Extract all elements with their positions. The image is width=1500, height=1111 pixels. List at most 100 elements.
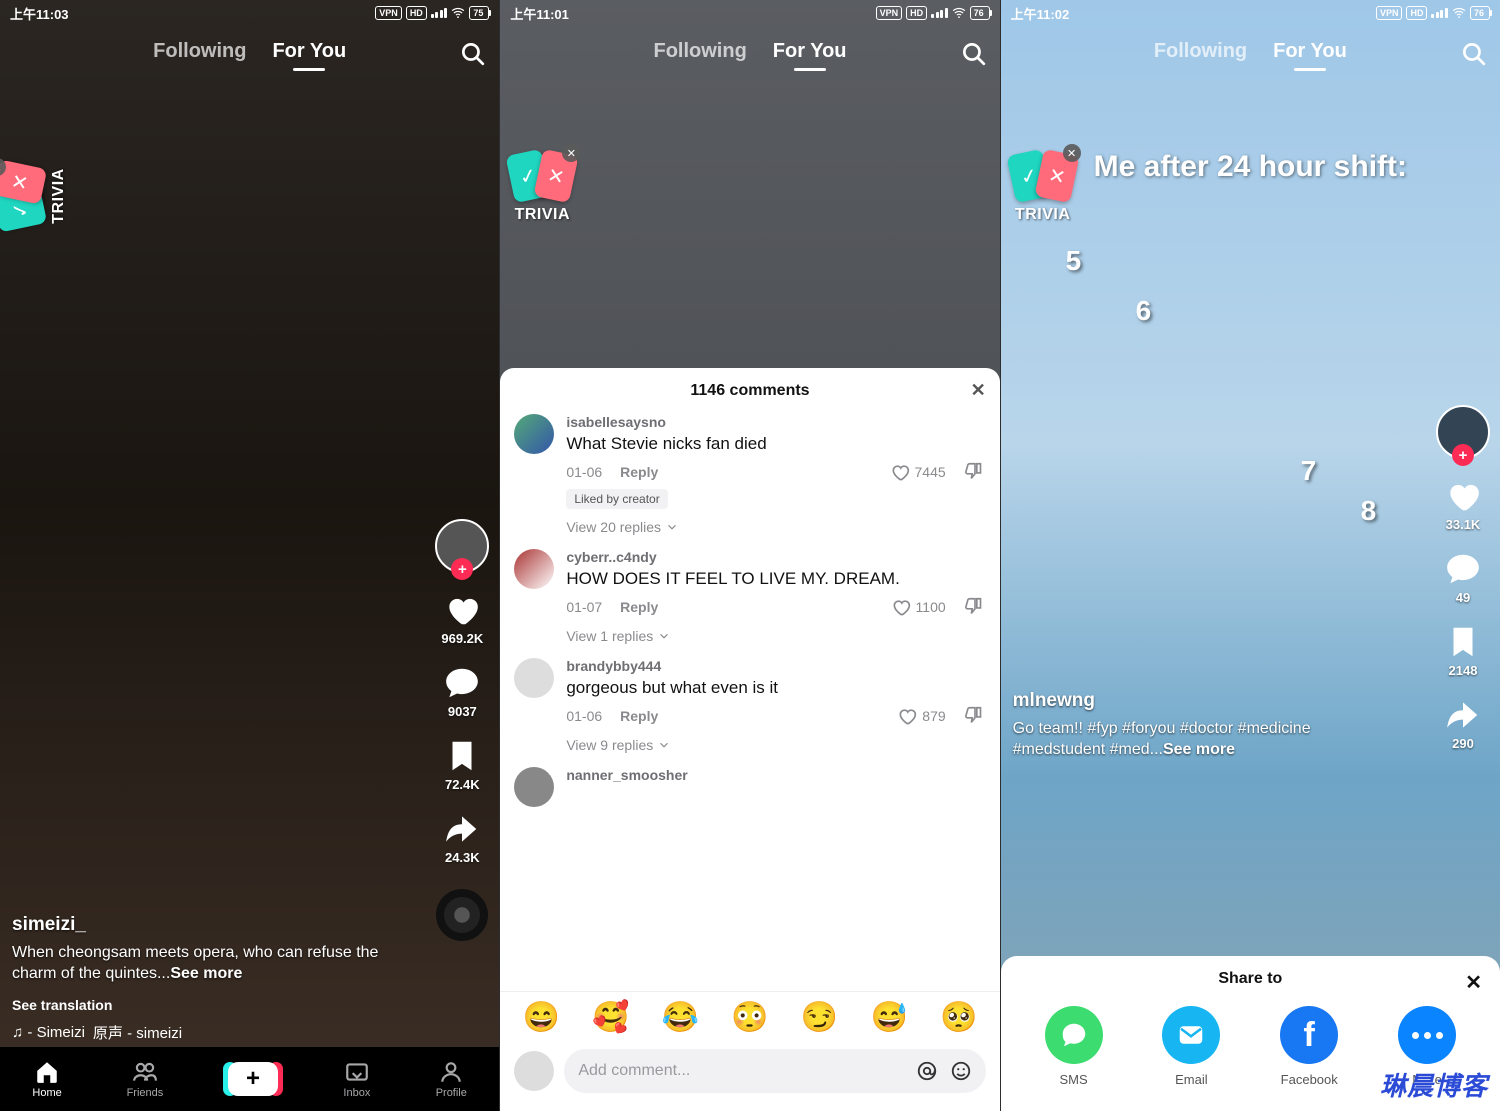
- comment-input-row: Add comment...: [500, 1041, 999, 1111]
- follow-plus-icon[interactable]: +: [451, 558, 473, 580]
- video-description[interactable]: Go team!! #fyp #foryou #doctor #medicine…: [1013, 718, 1400, 761]
- emoji-option[interactable]: 😳: [731, 1000, 768, 1035]
- video-description[interactable]: When cheongsam meets opera, who can refu…: [12, 942, 409, 985]
- commenter-username[interactable]: cyberr..c4ndy: [566, 549, 985, 565]
- emoji-option[interactable]: 😏: [801, 1000, 838, 1035]
- reply-button[interactable]: Reply: [620, 599, 658, 615]
- tab-foryou[interactable]: For You: [272, 40, 346, 63]
- emoji-quickbar: 😄 🥰 😂 😳 😏 😅 🥺: [500, 991, 999, 1041]
- comment-item: brandybby444 gorgeous but what even is i…: [514, 658, 985, 753]
- share-count: 24.3K: [445, 850, 480, 865]
- share-sms[interactable]: SMS: [1045, 1006, 1103, 1087]
- x-card-icon: ✕: [0, 159, 47, 204]
- emoji-option[interactable]: 🥺: [940, 1000, 977, 1035]
- comments-list[interactable]: isabellesaysno What Stevie nicks fan die…: [500, 414, 999, 991]
- hd-badge: HD: [906, 6, 927, 20]
- creator-username[interactable]: simeizi_: [12, 914, 409, 936]
- share-title: Share to: [1218, 970, 1282, 988]
- hd-badge: HD: [1406, 6, 1427, 20]
- wifi-icon: [451, 6, 465, 20]
- emoji-option[interactable]: 😂: [662, 1000, 699, 1035]
- overlay-number: 5: [1066, 245, 1082, 277]
- emoji-option[interactable]: 🥰: [592, 1000, 629, 1035]
- view-replies-button[interactable]: View 9 replies: [566, 737, 985, 753]
- nav-inbox[interactable]: Inbox: [343, 1059, 371, 1099]
- nav-friends[interactable]: Friends: [127, 1059, 164, 1099]
- commenter-avatar[interactable]: [514, 414, 554, 454]
- my-avatar[interactable]: [514, 1051, 554, 1091]
- search-button[interactable]: [1460, 40, 1486, 66]
- emoji-picker-icon[interactable]: [950, 1060, 972, 1082]
- commenter-avatar[interactable]: [514, 549, 554, 589]
- see-more-button[interactable]: See more: [170, 965, 242, 982]
- tab-following[interactable]: Following: [1154, 40, 1247, 63]
- nav-profile[interactable]: Profile: [436, 1059, 467, 1099]
- screen-share: 上午11:02 VPN HD 76 Following For You ✓✕ T…: [1000, 0, 1500, 1111]
- save-button[interactable]: 72.4K: [443, 737, 481, 792]
- comments-close-button[interactable]: ✕: [971, 380, 986, 401]
- follow-plus-icon[interactable]: +: [1452, 444, 1474, 466]
- share-close-button[interactable]: ✕: [1465, 970, 1482, 995]
- email-icon: [1162, 1006, 1220, 1064]
- status-bar: 上午11:01 VPN HD 76: [500, 0, 999, 26]
- comments-button[interactable]: 49: [1444, 550, 1482, 605]
- comment-count: 9037: [448, 704, 477, 719]
- view-replies-button[interactable]: View 1 replies: [566, 628, 985, 644]
- nav-create[interactable]: +: [228, 1062, 278, 1096]
- emoji-option[interactable]: 😅: [871, 1000, 908, 1035]
- tab-following[interactable]: Following: [153, 40, 246, 63]
- emoji-option[interactable]: 😄: [522, 1000, 559, 1035]
- like-button[interactable]: 969.2K: [441, 591, 483, 646]
- tab-foryou[interactable]: For You: [773, 40, 847, 63]
- thumbs-down-icon[interactable]: [964, 461, 986, 483]
- signal-icon: [431, 8, 448, 18]
- creator-avatar[interactable]: +: [1436, 405, 1490, 459]
- comment-text: HOW DOES IT FEEL TO LIVE MY. DREAM.: [566, 568, 985, 590]
- thumbs-down-icon[interactable]: [964, 705, 986, 727]
- heart-outline-icon: [891, 597, 911, 617]
- trivia-close-button[interactable]: ✕: [1063, 144, 1081, 162]
- comment-like-button[interactable]: 7445: [890, 462, 946, 482]
- comment-input[interactable]: Add comment...: [564, 1049, 985, 1093]
- search-button[interactable]: [459, 40, 485, 66]
- trivia-sticker[interactable]: ✓✕ TRIVIA ✕: [0, 164, 68, 228]
- nav-home[interactable]: Home: [32, 1059, 61, 1099]
- video-caption: simeizi_ When cheongsam meets opera, who…: [12, 914, 409, 985]
- trivia-sticker[interactable]: ✓✕ TRIVIA ✕: [1011, 150, 1075, 224]
- reply-button[interactable]: Reply: [620, 464, 658, 480]
- overlay-number: 6: [1136, 295, 1152, 327]
- see-translation-button[interactable]: See translation: [12, 997, 112, 1013]
- commenter-avatar[interactable]: [514, 767, 554, 807]
- sound-disc[interactable]: [436, 889, 488, 941]
- commenter-username[interactable]: brandybby444: [566, 658, 985, 674]
- share-email[interactable]: Email: [1162, 1006, 1220, 1087]
- share-button[interactable]: 24.3K: [443, 810, 481, 865]
- creator-avatar[interactable]: +: [435, 519, 489, 573]
- commenter-avatar[interactable]: [514, 658, 554, 698]
- sound-row[interactable]: ♫ - Simeizi 原声 - simeizi: [12, 1022, 419, 1043]
- share-facebook[interactable]: f Facebook: [1280, 1006, 1338, 1087]
- see-more-button[interactable]: See more: [1163, 741, 1235, 758]
- comment-item: nanner_smoosher: [514, 767, 985, 807]
- trivia-sticker[interactable]: ✓✕ TRIVIA ✕: [510, 150, 574, 224]
- search-button[interactable]: [960, 40, 986, 66]
- bottom-nav: Home Friends + Inbox Profile: [0, 1047, 499, 1111]
- creator-username[interactable]: mlnewng: [1013, 690, 1400, 712]
- comments-button[interactable]: 9037: [443, 664, 481, 719]
- mention-icon[interactable]: [916, 1060, 938, 1082]
- comment-like-button[interactable]: 879: [897, 706, 945, 726]
- save-button[interactable]: 2148: [1444, 623, 1482, 678]
- like-button[interactable]: 33.1K: [1444, 477, 1482, 532]
- commenter-username[interactable]: isabellesaysno: [566, 414, 985, 430]
- tab-foryou[interactable]: For You: [1273, 40, 1347, 63]
- comment-like-button[interactable]: 1100: [891, 597, 946, 617]
- share-button[interactable]: 290: [1444, 696, 1482, 751]
- thumbs-down-icon[interactable]: [964, 596, 986, 618]
- save-count: 72.4K: [445, 777, 480, 792]
- watermark: 琳晨博客: [1380, 1066, 1488, 1103]
- tab-following[interactable]: Following: [653, 40, 746, 63]
- commenter-username[interactable]: nanner_smoosher: [566, 767, 985, 783]
- signal-icon: [931, 8, 948, 18]
- view-replies-button[interactable]: View 20 replies: [566, 519, 985, 535]
- reply-button[interactable]: Reply: [620, 708, 658, 724]
